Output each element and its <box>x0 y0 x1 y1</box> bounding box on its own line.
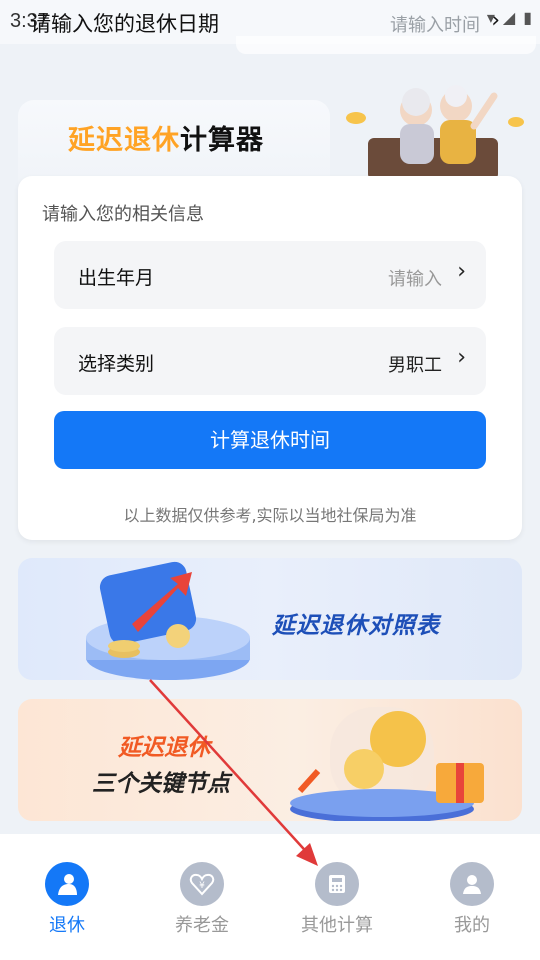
wifi-icon: ▾ <box>486 8 495 27</box>
user-icon <box>450 862 494 906</box>
birth-date-field[interactable]: 出生年月 请输入 › <box>54 241 486 309</box>
coin-jar-illustration <box>290 707 484 821</box>
disclaimer-text: 以上数据仅供参考,实际以当地社保局为准 <box>123 506 417 525</box>
form-label: 请输入您的相关信息 <box>42 204 204 225</box>
category-value: 男职工 <box>388 355 442 376</box>
category-label: 选择类别 <box>78 353 155 375</box>
category-select[interactable]: 选择类别 男职工 › <box>54 327 486 395</box>
overlay-sheet-edge <box>236 36 536 54</box>
key-nodes-banner-line2: 三个关键节点 <box>92 771 230 797</box>
nav-label-mine: 我的 <box>454 915 490 936</box>
comparison-table-banner[interactable] <box>18 558 522 680</box>
chevron-right-icon: › <box>457 259 466 284</box>
page-title: 延迟退休计算器 <box>68 118 264 157</box>
signal-icon: ◢ <box>502 8 516 27</box>
nav-tab-pension[interactable]: ¥ 养老金 <box>152 862 252 937</box>
coin-growth-illustration <box>86 561 250 680</box>
pension-icon: ¥ <box>180 862 224 906</box>
nav-label-other-calc: 其他计算 <box>301 915 373 936</box>
nav-label-pension: 养老金 <box>175 915 229 936</box>
battery-icon: ▮ <box>523 8 532 27</box>
key-nodes-banner[interactable] <box>18 699 522 821</box>
title-highlight: 延迟退休 <box>68 125 180 156</box>
chevron-right-icon: › <box>457 345 466 370</box>
overlay-time-input[interactable]: 请输入时间 <box>390 11 480 37</box>
elderly-couple-illustration <box>346 85 524 180</box>
retire-icon <box>45 862 89 906</box>
nav-tab-other-calc[interactable]: 其他计算 <box>287 862 387 937</box>
svg-text:¥: ¥ <box>199 881 205 891</box>
nav-tab-mine[interactable]: 我的 <box>422 862 522 937</box>
overlay-title: 请输入您的退休日期 <box>30 12 219 36</box>
calculator-icon <box>315 862 359 906</box>
birth-date-label: 出生年月 <box>78 267 155 289</box>
nav-label-retire: 退休 <box>49 915 85 936</box>
calculate-button[interactable]: 计算退休时间 <box>54 411 486 469</box>
comparison-banner-title: 延迟退休对照表 <box>272 613 440 639</box>
birth-date-value: 请输入 <box>388 269 442 290</box>
key-nodes-banner-line1: 延迟退休 <box>118 735 210 761</box>
nav-tab-retire[interactable]: 退休 <box>17 862 117 937</box>
title-rest: 计算器 <box>180 125 264 156</box>
status-icons: ▾ ◢ ▮ <box>487 8 532 27</box>
